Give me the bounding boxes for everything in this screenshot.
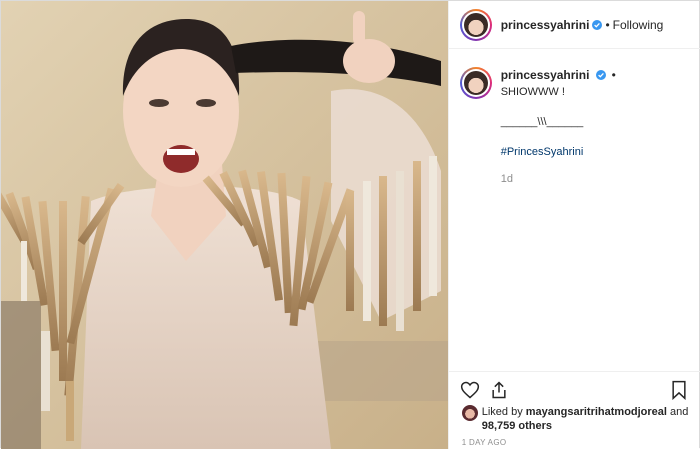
instagram-post: princessyahrini • Following princessyahr… [0,0,700,449]
post-photo[interactable] [1,1,448,449]
verified-badge-icon [592,19,603,30]
likes-conjunction: and [670,406,689,418]
post-timestamp[interactable]: 1 DAY AGO [462,438,507,447]
hashtag-link[interactable]: #PrincesSyahrini [501,144,619,160]
caption-avatar[interactable] [459,67,492,99]
heart-icon[interactable] [460,380,480,400]
separator-dot: • [611,68,616,82]
liker-avatar[interactable] [461,405,478,421]
liker-username[interactable]: mayangsaritrihatmodjoreal [526,406,667,418]
header-username[interactable]: princessyahrini [501,18,590,32]
separator-dot: • [605,17,610,32]
caption-username[interactable]: princessyahrini [501,68,590,82]
bookmark-icon[interactable] [669,380,689,400]
action-bar [448,371,700,407]
avatar[interactable] [459,8,492,41]
post-sidebar: princessyahrini • Following princessyahr… [447,1,700,449]
verified-badge-icon [595,70,606,80]
following-button[interactable]: Following [613,18,664,32]
likes-prefix: Liked by [481,406,523,418]
likes-count[interactable]: 98,759 others [482,420,552,432]
likes-summary: Liked by mayangsaritrihatmodjoreal and 9… [461,405,692,433]
post-caption: princessyahrini • SHIOWWW ! ______\\\___… [459,67,692,187]
post-header: princessyahrini • Following [448,1,700,49]
share-icon[interactable] [489,380,509,400]
caption-time[interactable]: 1d [501,171,619,187]
caption-line-1: SHIOWWW ! [500,86,565,98]
post-photo-illustration [1,1,448,449]
caption-line-2: ______\\\______ [500,116,584,128]
